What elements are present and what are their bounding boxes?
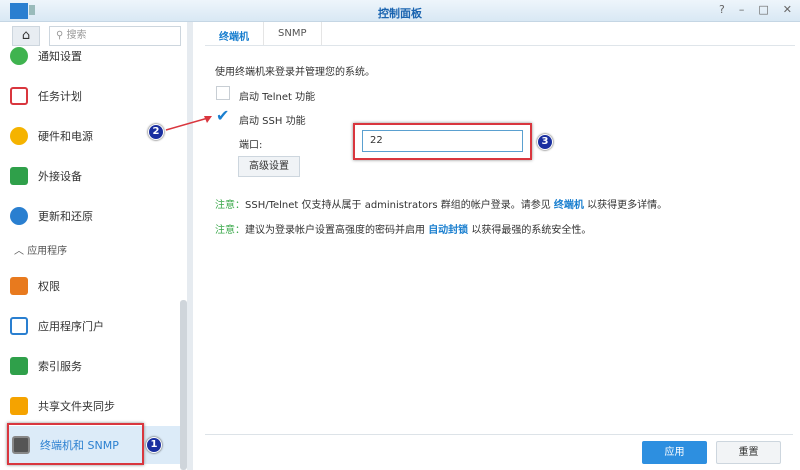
minimize-button[interactable]: – [739,3,745,16]
refresh-icon [10,207,28,225]
note-text: 建议为登录帐户设置高强度的密码并启用 [245,225,429,236]
lightbulb-icon [10,127,28,145]
sidebar-item-label: 外接设备 [38,170,82,183]
auto-block-link[interactable]: 自动封锁 [428,225,468,236]
sidebar-item-shared-folder-sync[interactable]: 共享文件夹同步 [10,388,180,424]
sidebar-item-label: 权限 [38,280,60,293]
advanced-settings-button[interactable]: 高级设置 [238,156,300,177]
sidebar-item-label: 更新和还原 [38,210,93,223]
sidebar-item-label: 共享文件夹同步 [38,400,115,413]
annotation-box-1 [7,423,144,465]
tab-snmp[interactable]: SNMP [264,22,322,45]
sidebar: ⌂ ⚲ 搜索 通知设置 任务计划 硬件和电源 外接设备 更新和还原 ︿ 应用程序… [0,22,193,470]
telnet-checkbox[interactable] [216,86,230,100]
annotation-arrow [165,116,212,131]
telnet-label: 启动 Telnet 功能 [239,92,316,103]
sidebar-item-label: 通知设置 [38,50,82,63]
sidebar-item-label: 任务计划 [38,90,82,103]
terminal-help-link[interactable]: 终端机 [554,200,584,211]
ssh-checkbox[interactable]: ✔ [216,108,230,124]
note-suffix: 以获得更多详情。 [583,200,668,211]
sidebar-scrollbar[interactable] [180,300,187,470]
reset-button[interactable]: 重置 [716,441,781,464]
footer-divider [205,434,793,435]
sidebar-item-external-devices[interactable]: 外接设备 [10,158,180,194]
sidebar-item-label: 应用程序门户 [38,320,104,333]
sidebar-item-label: 索引服务 [38,360,82,373]
sidebar-item-indexing[interactable]: 索引服务 [10,348,180,384]
sidebar-item-app-portal[interactable]: 应用程序门户 [10,308,180,344]
note-1: 注意：SSH/Telnet 仅支持从属于 administrators 群组的帐… [215,196,667,211]
chat-bubble-icon [10,47,28,65]
section-applications[interactable]: ︿ 应用程序 [14,242,67,257]
sidebar-item-privileges[interactable]: 权限 [10,268,180,304]
note-2: 注意：建议为登录帐户设置高强度的密码并启用 自动封锁 以获得最强的系统安全性。 [215,221,591,236]
grid-icon [10,277,28,295]
annotation-badge-2: 2 [148,124,164,140]
note-prefix: 注意： [215,200,245,211]
window-title: 控制面板 [378,7,422,20]
annotation-badge-1: 1 [146,437,162,453]
tab-bar: 终端机 SNMP [205,22,795,46]
description-text: 使用终端机来登录并管理您的系统。 [215,67,375,78]
close-button[interactable]: ✕ [783,3,792,16]
annotation-badge-3: 3 [537,134,553,150]
magnifier-icon [10,357,28,375]
sidebar-item-update-restore[interactable]: 更新和还原 [10,198,180,234]
maximize-button[interactable]: □ [758,3,768,16]
title-bar: 控制面板 ? – □ ✕ [0,0,800,22]
note-text: SSH/Telnet 仅支持从属于 administrators 群组的帐户登录… [245,200,554,211]
sidebar-item-task-scheduler[interactable]: 任务计划 [10,78,180,114]
checkmark-icon: ✔ [216,106,230,125]
folder-sync-icon [10,397,28,415]
sidebar-item-notification[interactable]: 通知设置 [10,38,180,74]
port-label: 端口: [239,140,263,151]
portal-arrow-icon [10,317,28,335]
calendar-check-icon [10,87,28,105]
annotation-box-3 [353,123,532,160]
section-label: 应用程序 [27,246,68,257]
tab-terminal[interactable]: 终端机 [205,22,264,45]
note-suffix: 以获得最强的系统安全性。 [468,225,592,236]
help-button[interactable]: ? [719,3,725,16]
chevron-up-icon: ︿ [14,246,28,257]
note-prefix: 注意： [215,225,245,236]
ssh-label: 启动 SSH 功能 [239,116,306,127]
apply-button[interactable]: 应用 [642,441,707,464]
upload-icon [10,167,28,185]
sidebar-item-label: 硬件和电源 [38,130,93,143]
